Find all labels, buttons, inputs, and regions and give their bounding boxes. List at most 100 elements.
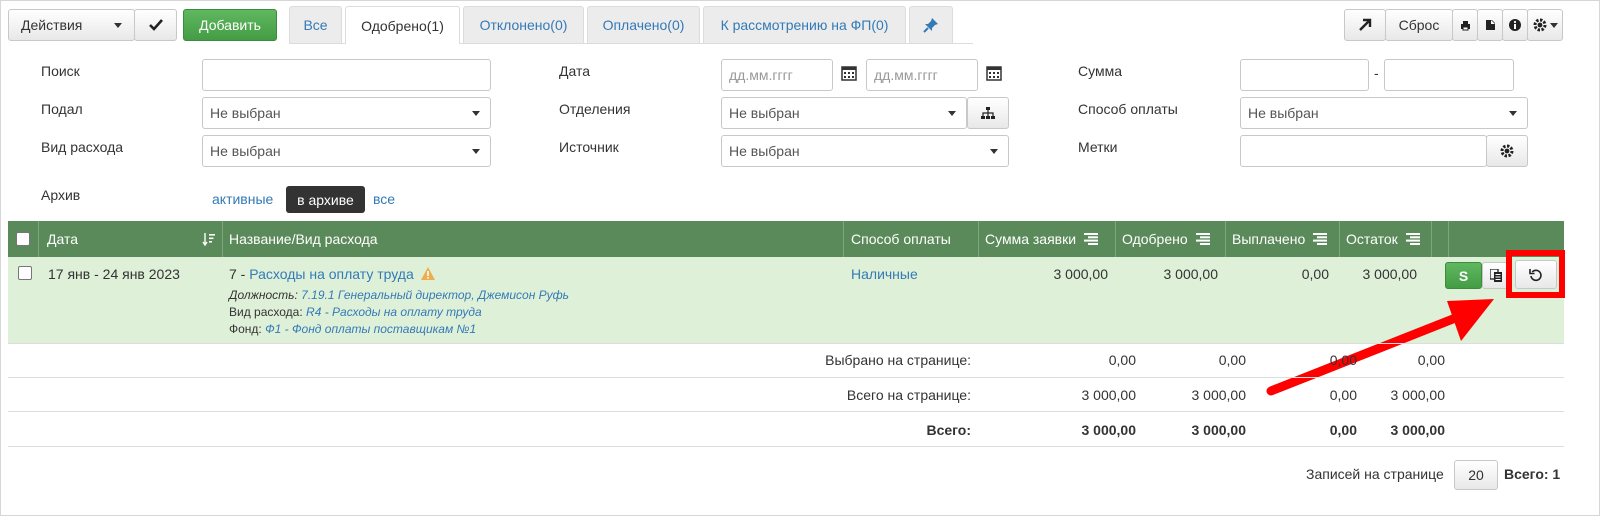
calendar-icon[interactable] — [841, 65, 857, 81]
calendar-icon[interactable] — [986, 65, 1002, 81]
reset-label: Сброс — [1398, 17, 1440, 33]
header-date-label: Дата — [47, 231, 79, 247]
total-selected-approved: 0,00 — [1218, 352, 1246, 368]
total-page-paid: 0,00 — [1329, 387, 1357, 403]
header-name[interactable]: Название/Вид расхода — [223, 221, 844, 257]
fund-label: Фонд: — [229, 322, 262, 336]
date-label: Дата — [559, 63, 591, 79]
caret-down-icon — [114, 22, 122, 28]
tab-all[interactable]: Все — [289, 6, 342, 43]
columns-button[interactable] — [1482, 262, 1509, 289]
payment-method-value: Не выбран — [1248, 105, 1319, 121]
amount-to-input[interactable] — [1384, 59, 1514, 91]
pin-icon — [923, 18, 938, 33]
caret-down-icon — [472, 111, 480, 116]
fund-link[interactable]: Ф1 - Фонд оплаты поставщикам №1 — [265, 322, 476, 336]
row-checkbox[interactable] — [18, 266, 32, 280]
divider — [8, 343, 1564, 344]
archive-filter-active[interactable]: активные — [212, 191, 273, 207]
header-paid-label: Выплачено — [1232, 231, 1306, 247]
header-payment-method-label: Способ оплаты — [851, 231, 951, 247]
expense-type-link[interactable]: R4 - Расходы на оплату труда — [306, 305, 482, 319]
total-page-remainder: 3 000,00 — [1390, 387, 1446, 403]
source-label: Источник — [559, 139, 619, 155]
row-position: Должность: 7.19.1 Генеральный директор, … — [229, 288, 569, 302]
info-button[interactable] — [1502, 9, 1528, 41]
payment-method-select[interactable]: Не выбран — [1240, 97, 1528, 129]
tab-rejected[interactable]: Отклонено(0) — [463, 6, 584, 43]
header-remainder-label: Остаток — [1346, 231, 1398, 247]
row-name-link[interactable]: Расходы на оплату труда — [249, 266, 414, 282]
tab-pending-review[interactable]: К рассмотрению на ФП(0) — [703, 6, 906, 43]
total-page-approved: 3 000,00 — [1191, 387, 1247, 403]
submitted-select[interactable]: Не выбран — [202, 97, 491, 129]
per-page-select[interactable]: 20 — [1454, 460, 1498, 490]
header-request-sum[interactable]: Сумма заявки — [979, 221, 1116, 257]
header-paid[interactable]: Выплачено — [1226, 221, 1340, 257]
columns-icon — [1405, 233, 1420, 245]
archive-filter-all[interactable]: все — [373, 191, 395, 207]
search-input[interactable] — [202, 59, 491, 91]
row-approved: 3 000,00 — [1163, 266, 1219, 282]
tab-approved[interactable]: Одобрено(1) — [345, 6, 460, 44]
date-to-input[interactable]: дд.мм.гггг — [866, 59, 978, 91]
row-number: 7 - — [229, 266, 246, 282]
columns-icon — [1084, 233, 1099, 245]
divider — [8, 446, 1564, 447]
total-page-request-sum: 3 000,00 — [1081, 387, 1137, 403]
grand-total-approved: 3 000,00 — [1191, 422, 1247, 438]
amount-from-input[interactable] — [1240, 59, 1369, 91]
tags-input[interactable] — [1240, 135, 1487, 167]
tab-pin[interactable] — [909, 6, 953, 43]
row-remainder: 3 000,00 — [1362, 266, 1418, 282]
caret-down-icon — [1509, 111, 1517, 116]
arrow-up-right-icon — [1359, 18, 1372, 31]
total-selected-paid: 0,00 — [1329, 352, 1357, 368]
position-link[interactable]: 7.19.1 Генеральный директор, Джемисон Ру… — [301, 288, 569, 302]
header-approved[interactable]: Одобрено — [1116, 221, 1226, 257]
settings-dropdown-button[interactable] — [1527, 9, 1563, 41]
source-value: Не выбран — [729, 143, 800, 159]
departments-select[interactable]: Не выбран — [721, 97, 967, 129]
add-button[interactable]: Добавить — [183, 9, 277, 41]
reset-button[interactable]: Сброс — [1385, 9, 1453, 41]
archive-filter-archived[interactable]: в архиве — [286, 186, 365, 213]
header-request-sum-label: Сумма заявки — [985, 231, 1077, 247]
print-button[interactable] — [1452, 9, 1478, 41]
annotation-arrow — [1266, 299, 1494, 396]
info-icon — [1509, 19, 1521, 31]
tab-label: Отклонено(0) — [479, 17, 568, 33]
pay-button[interactable]: S — [1445, 262, 1482, 289]
amount-separator: - — [1374, 65, 1379, 81]
archive-label: Архив — [41, 187, 81, 203]
confirm-button[interactable] — [134, 9, 177, 41]
restore-button[interactable] — [1515, 260, 1557, 289]
select-all-checkbox[interactable] — [16, 232, 30, 246]
add-label: Добавить — [199, 17, 261, 33]
row-payment-method-link[interactable]: Наличные — [851, 266, 918, 282]
date-from-input[interactable]: дд.мм.гггг — [721, 59, 833, 91]
tab-paid[interactable]: Оплачено(0) — [587, 6, 700, 43]
header-name-label: Название/Вид расхода — [229, 231, 378, 247]
per-page-value: 20 — [1468, 467, 1484, 483]
pay-label: S — [1458, 267, 1469, 284]
departments-tree-button[interactable] — [967, 97, 1009, 129]
source-select[interactable]: Не выбран — [721, 135, 1009, 167]
caret-down-icon — [990, 149, 998, 154]
export-button[interactable] — [1477, 9, 1503, 41]
check-icon — [148, 19, 163, 31]
actions-dropdown-button[interactable]: Действия — [8, 9, 135, 41]
header-payment-method[interactable]: Способ оплаты — [844, 221, 979, 257]
header-remainder[interactable]: Остаток — [1340, 221, 1432, 257]
expense-type-label: Вид расхода — [41, 139, 124, 155]
per-page-label: Записей на странице — [1306, 466, 1444, 482]
warning-icon — [420, 267, 435, 280]
expense-type-select[interactable]: Не выбран — [202, 135, 491, 167]
table-header: Дата Название/Вид расхода Способ оплаты … — [8, 221, 1564, 257]
tags-settings-button[interactable] — [1486, 135, 1528, 167]
header-date[interactable]: Дата — [39, 221, 223, 257]
departments-label: Отделения — [559, 101, 631, 117]
expense-type-value: Не выбран — [210, 143, 281, 159]
caret-down-icon — [472, 149, 480, 154]
expand-button[interactable] — [1344, 9, 1386, 41]
